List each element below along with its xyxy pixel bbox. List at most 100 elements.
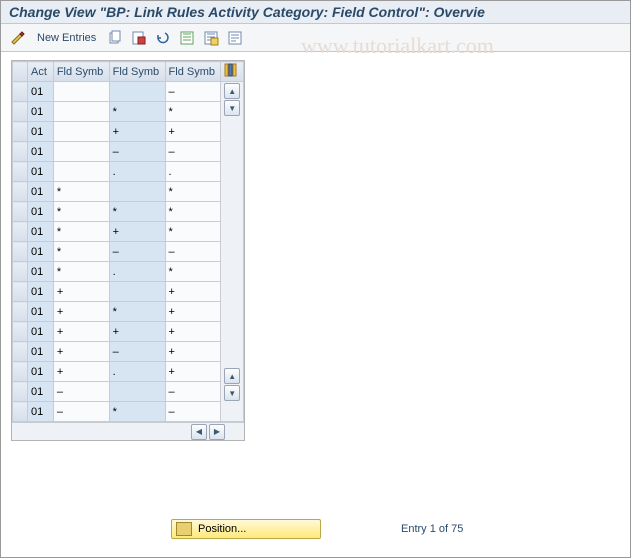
cell[interactable]: – [109,342,165,362]
cell[interactable]: + [109,222,165,242]
cell[interactable]: + [109,322,165,342]
row-selector[interactable] [13,142,28,162]
cell[interactable] [109,282,165,302]
cell[interactable]: – [53,382,109,402]
cell[interactable]: 01 [28,302,54,322]
cell[interactable]: * [53,202,109,222]
cell[interactable]: 01 [28,282,54,302]
row-selector[interactable] [13,242,28,262]
cell[interactable]: + [53,342,109,362]
print-icon[interactable] [224,28,246,48]
cell[interactable]: 01 [28,82,54,102]
col-header-fldsymb3[interactable]: Fld Symb [165,62,221,82]
position-button[interactable]: Position... [171,519,321,539]
cell[interactable]: 01 [28,162,54,182]
cell[interactable]: * [165,222,221,242]
cell[interactable]: 01 [28,362,54,382]
select-all-icon[interactable] [176,28,198,48]
undo-icon[interactable] [152,28,174,48]
cell[interactable]: + [53,302,109,322]
cell[interactable]: – [165,142,221,162]
cell[interactable]: 01 [28,342,54,362]
col-header-fldsymb2[interactable]: Fld Symb [109,62,165,82]
cell[interactable]: * [165,102,221,122]
deselect-all-icon[interactable] [200,28,222,48]
row-selector[interactable] [13,282,28,302]
cell[interactable] [53,162,109,182]
cell[interactable]: + [109,122,165,142]
cell[interactable]: + [165,282,221,302]
cell[interactable]: 01 [28,202,54,222]
scroll-up2-icon[interactable]: ▲ [224,368,240,384]
row-selector[interactable] [13,182,28,202]
cell[interactable]: 01 [28,102,54,122]
cell[interactable]: * [53,222,109,242]
row-selector[interactable] [13,342,28,362]
row-selector[interactable] [13,362,28,382]
cell[interactable]: . [109,262,165,282]
col-header-fldsymb1[interactable]: Fld Symb [53,62,109,82]
scroll-left-icon[interactable]: ◀ [191,424,207,440]
cell[interactable]: * [109,102,165,122]
cell[interactable]: + [53,362,109,382]
cell[interactable]: 01 [28,262,54,282]
cell[interactable]: * [53,262,109,282]
cell[interactable]: * [165,182,221,202]
configure-columns-icon[interactable] [221,62,244,82]
copy-icon[interactable] [104,28,126,48]
cell[interactable]: 01 [28,322,54,342]
cell[interactable]: – [165,382,221,402]
cell[interactable] [53,122,109,142]
select-all-header[interactable] [13,62,28,82]
row-selector[interactable] [13,302,28,322]
cell[interactable] [109,382,165,402]
cell[interactable]: * [109,202,165,222]
cell[interactable]: * [109,302,165,322]
cell[interactable]: + [165,122,221,142]
row-selector[interactable] [13,382,28,402]
cell[interactable]: + [165,322,221,342]
cell[interactable]: 01 [28,242,54,262]
row-selector[interactable] [13,262,28,282]
cell[interactable]: + [53,322,109,342]
cell[interactable] [109,82,165,102]
scroll-down2-icon[interactable]: ▼ [224,385,240,401]
cell[interactable] [53,82,109,102]
cell[interactable]: * [109,402,165,422]
row-selector[interactable] [13,122,28,142]
cell[interactable] [109,182,165,202]
cell[interactable]: 01 [28,402,54,422]
cell[interactable]: 01 [28,222,54,242]
cell[interactable]: 01 [28,182,54,202]
cell[interactable]: * [53,182,109,202]
row-selector[interactable] [13,102,28,122]
cell[interactable] [53,102,109,122]
cell[interactable]: + [165,342,221,362]
scroll-right-icon[interactable]: ▶ [209,424,225,440]
cell[interactable]: 01 [28,382,54,402]
cell[interactable]: – [109,142,165,162]
cell[interactable]: + [165,302,221,322]
toggle-edit-icon[interactable] [7,28,29,48]
cell[interactable]: – [165,402,221,422]
row-selector[interactable] [13,222,28,242]
row-selector[interactable] [13,82,28,102]
row-selector[interactable] [13,202,28,222]
cell[interactable]: + [53,282,109,302]
cell[interactable]: * [165,262,221,282]
cell[interactable]: 01 [28,122,54,142]
cell[interactable] [53,142,109,162]
cell[interactable]: – [109,242,165,262]
cell[interactable]: – [53,402,109,422]
cell[interactable]: . [109,362,165,382]
delete-icon[interactable] [128,28,150,48]
scroll-down-icon[interactable]: ▼ [224,100,240,116]
cell[interactable]: * [165,202,221,222]
cell[interactable]: 01 [28,142,54,162]
new-entries-button[interactable]: New Entries [31,32,102,44]
col-header-act[interactable]: Act [28,62,54,82]
row-selector[interactable] [13,322,28,342]
scroll-up-icon[interactable]: ▲ [224,83,240,99]
cell[interactable]: * [53,242,109,262]
row-selector[interactable] [13,402,28,422]
